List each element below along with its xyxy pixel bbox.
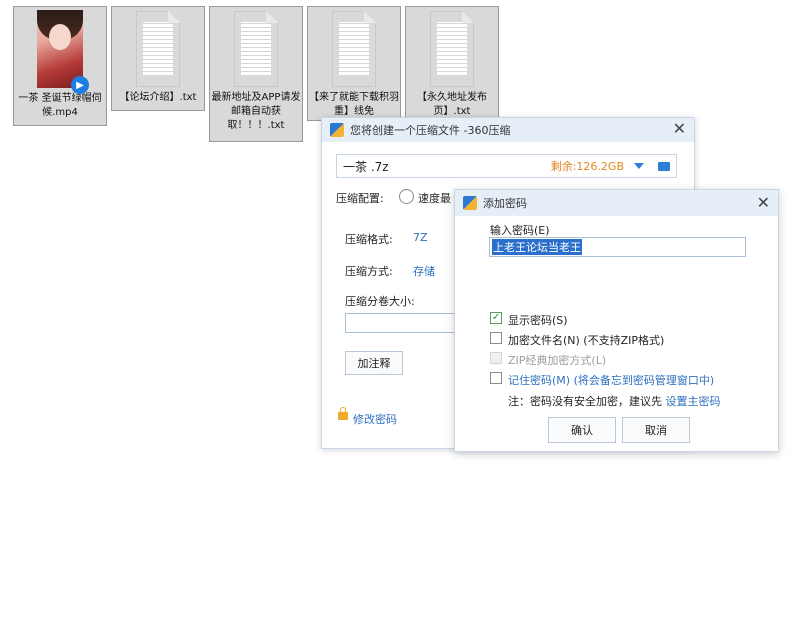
chevron-down-icon[interactable] xyxy=(634,163,644,169)
text-file-icon xyxy=(430,11,474,87)
config-label: 压缩配置: xyxy=(336,192,384,205)
remember-password-checkbox[interactable] xyxy=(490,372,502,384)
archive-path-field[interactable]: 一茶 .7z 剩余:126.2GB xyxy=(336,154,677,178)
method-label: 压缩方式: xyxy=(345,265,393,278)
remember-password-label: 记住密码(M) (将会备忘到密码管理窗口中) xyxy=(508,374,715,387)
compress-titlebar: 您将创建一个压缩文件 -360压缩 xyxy=(322,118,694,142)
text-file-icon xyxy=(332,11,376,87)
method-value[interactable]: 存储 xyxy=(413,263,435,279)
change-password-link[interactable]: 修改密码 xyxy=(353,411,397,427)
password-input[interactable]: 上老王论坛当老王 xyxy=(489,237,746,257)
ok-button[interactable]: 确认 xyxy=(548,417,616,443)
format-label: 压缩格式: xyxy=(345,233,393,246)
note-text: 注：密码没有安全加密，建议先 xyxy=(508,395,662,408)
dialog-titlebar: 添加密码 xyxy=(455,190,778,216)
format-value[interactable]: 7Z xyxy=(413,231,428,244)
speed-label: 速度最 xyxy=(418,192,451,205)
dialog-title: 添加密码 xyxy=(483,197,527,210)
password-value: 上老王论坛当老王 xyxy=(492,239,582,255)
zip-classic-checkbox xyxy=(490,352,502,364)
close-icon[interactable]: ✕ xyxy=(757,195,770,211)
text-file-icon xyxy=(136,11,180,87)
archive-filename: 一茶 .7z xyxy=(343,159,389,174)
file-video[interactable]: ▶ 一茶 圣诞节绿帽伺候.mp4 xyxy=(13,6,107,126)
app-360-icon xyxy=(330,123,344,137)
encrypt-filenames-label: 加密文件名(N) (不支持ZIP格式) xyxy=(508,334,665,347)
video-player-icon: ▶ xyxy=(71,76,89,94)
free-space: 剩余:126.2GB xyxy=(550,160,624,173)
compress-title: 您将创建一个压缩文件 -360压缩 xyxy=(350,124,511,137)
file-name: 最新地址及APP请发邮箱自动获取！！！.txt xyxy=(211,92,301,131)
speed-radio[interactable] xyxy=(399,189,414,204)
encrypt-filenames-checkbox[interactable] xyxy=(490,332,502,344)
volume-size-input[interactable] xyxy=(345,313,462,333)
folder-icon[interactable] xyxy=(658,161,670,171)
file-forum-intro[interactable]: 【论坛介绍】.txt xyxy=(111,6,205,111)
add-password-dialog: 添加密码 ✕ 输入密码(E) 上老王论坛当老王 ✓ 显示密码(S) 加密文件名(… xyxy=(454,189,779,452)
password-input-label: 输入密码(E) xyxy=(490,224,550,237)
app-360-icon xyxy=(463,196,477,210)
security-note: 注：密码没有安全加密，建议先 设置主密码 xyxy=(508,393,721,409)
file-name: 【来了就能下载积羽重】线免 xyxy=(309,92,399,115)
volume-label: 压缩分卷大小: xyxy=(345,295,415,308)
video-thumbnail: ▶ xyxy=(37,10,89,94)
lock-icon xyxy=(338,407,348,420)
file-permanent-address[interactable]: 【永久地址发布页】.txt xyxy=(405,6,499,121)
zip-classic-label: ZIP经典加密方式(L) xyxy=(508,354,607,367)
cancel-button[interactable]: 取消 xyxy=(622,417,690,443)
file-download[interactable]: 【来了就能下载积羽重】线免 xyxy=(307,6,401,121)
add-comment-button[interactable]: 加注释 xyxy=(345,351,403,375)
close-icon[interactable]: ✕ xyxy=(673,121,686,137)
show-password-checkbox[interactable]: ✓ xyxy=(490,312,502,324)
file-name: 【永久地址发布页】.txt xyxy=(417,92,487,115)
file-name: 【论坛介绍】.txt xyxy=(119,92,197,103)
file-name: 一茶 圣诞节绿帽伺候.mp4 xyxy=(18,93,102,118)
set-master-password-link[interactable]: 设置主密码 xyxy=(666,395,721,408)
file-latest-address[interactable]: 最新地址及APP请发邮箱自动获取！！！.txt xyxy=(209,6,303,142)
text-file-icon xyxy=(234,11,278,87)
show-password-label: 显示密码(S) xyxy=(508,314,568,327)
